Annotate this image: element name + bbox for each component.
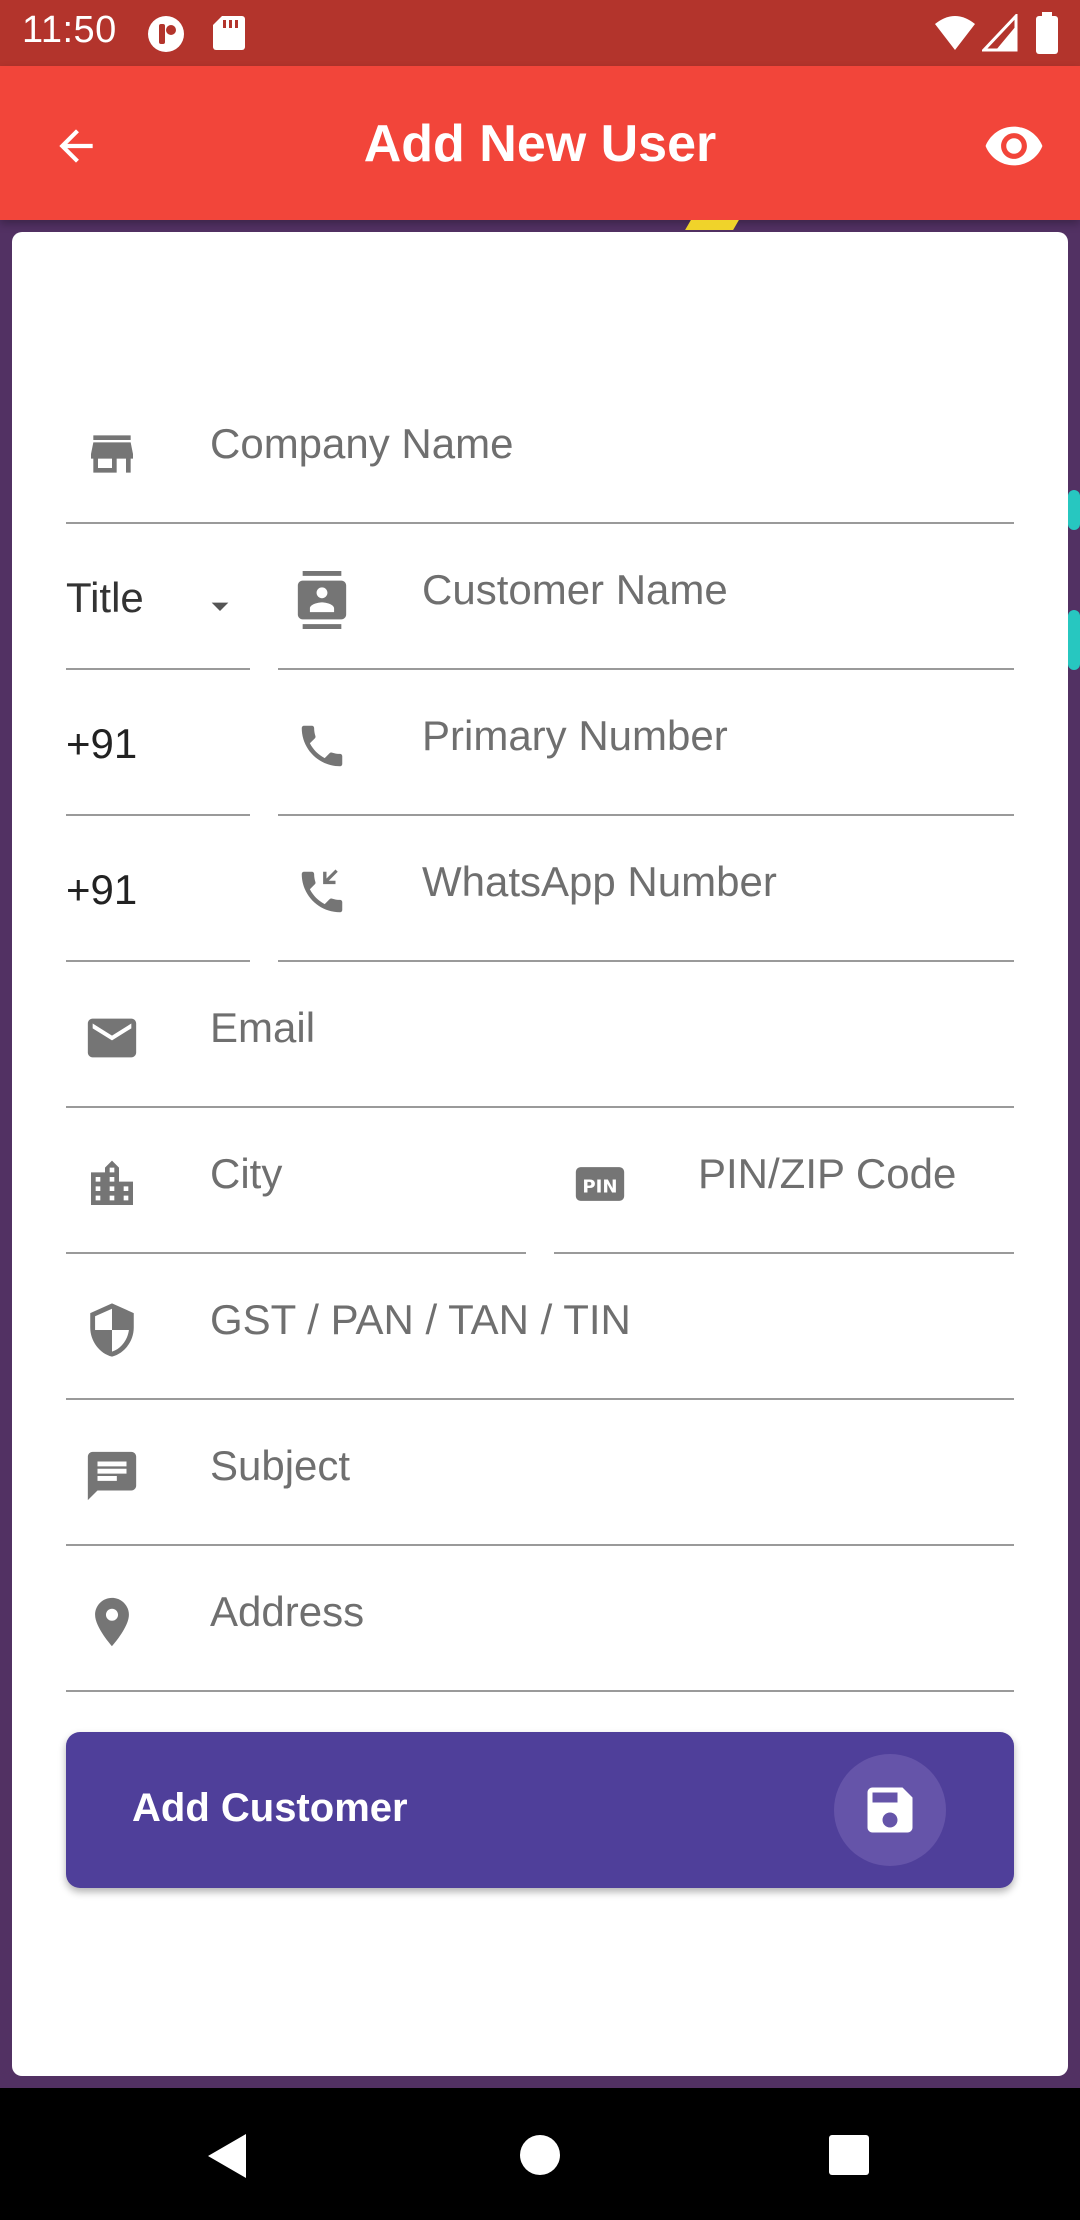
location-pin-icon <box>82 1592 142 1652</box>
background-accent <box>1068 610 1080 670</box>
whatsapp-country-code-field[interactable]: +91 <box>66 816 250 962</box>
email-field[interactable]: Email <box>66 962 1014 1108</box>
battery-icon <box>1036 12 1058 59</box>
svg-text:PIN: PIN <box>582 1176 617 1197</box>
store-icon <box>82 424 142 484</box>
sd-card-icon <box>212 14 246 57</box>
pin-icon: PIN <box>570 1154 630 1214</box>
company-name-field[interactable]: Company Name <box>66 378 1014 524</box>
form-card: Company Name Title Customer Name +91 Pri… <box>12 232 1068 2076</box>
field-underline <box>66 1690 1014 1692</box>
add-customer-button[interactable]: Add Customer <box>66 1732 1014 1888</box>
address-field[interactable]: Address <box>66 1546 1014 1692</box>
signal-icon <box>980 12 1018 57</box>
company-name-placeholder: Company Name <box>210 420 514 467</box>
phone-callback-icon <box>292 862 352 922</box>
pin-code-placeholder: PIN/ZIP Code <box>698 1150 957 1197</box>
title-dropdown-value: Title <box>66 574 144 621</box>
tax-id-placeholder: GST / PAN / TAN / TIN <box>210 1296 631 1343</box>
city-placeholder: City <box>210 1150 283 1197</box>
home-nav-icon[interactable] <box>519 2134 561 2181</box>
back-nav-icon[interactable] <box>204 2132 250 2185</box>
mail-icon <box>82 1008 142 1068</box>
notification-app-icon <box>146 14 186 59</box>
primary-number-placeholder: Primary Number <box>422 712 728 759</box>
background-accent <box>685 220 739 230</box>
add-customer-label: Add Customer <box>132 1786 408 1830</box>
phone-icon <box>292 716 352 776</box>
primary-country-code-field[interactable]: +91 <box>66 670 250 816</box>
message-icon <box>82 1446 142 1506</box>
preview-button[interactable] <box>974 108 1054 188</box>
pin-code-field[interactable]: PIN PIN/ZIP Code <box>554 1108 1014 1254</box>
subject-placeholder: Subject <box>210 1442 351 1489</box>
wifi-icon <box>934 14 976 57</box>
tax-id-field[interactable]: GST / PAN / TAN / TIN <box>66 1254 1014 1400</box>
shield-icon <box>82 1300 142 1360</box>
page-title: Add New User <box>363 115 717 173</box>
status-bar: 11:50 <box>0 0 1080 66</box>
customer-name-placeholder: Customer Name <box>422 566 728 613</box>
title-dropdown[interactable]: Title <box>66 524 250 670</box>
whatsapp-number-field[interactable]: WhatsApp Number <box>278 816 1014 962</box>
customer-name-field[interactable]: Customer Name <box>278 524 1014 670</box>
contact-card-icon <box>292 570 352 630</box>
eye-icon <box>983 115 1045 182</box>
background-accent <box>1068 490 1080 530</box>
recents-nav-icon[interactable] <box>829 2135 869 2180</box>
address-placeholder: Address <box>210 1588 365 1635</box>
subject-field[interactable]: Subject <box>66 1400 1014 1546</box>
email-placeholder: Email <box>210 1004 316 1051</box>
primary-number-field[interactable]: Primary Number <box>278 670 1014 816</box>
city-field[interactable]: City <box>66 1108 526 1254</box>
chevron-down-icon <box>200 586 240 631</box>
city-icon <box>82 1154 142 1214</box>
primary-country-code: +91 <box>66 720 138 767</box>
whatsapp-country-code: +91 <box>66 866 138 913</box>
system-nav-bar <box>0 2088 1080 2220</box>
status-time: 11:50 <box>22 9 117 51</box>
save-icon <box>834 1754 946 1866</box>
whatsapp-number-placeholder: WhatsApp Number <box>422 858 777 905</box>
app-bar: Add New User <box>0 66 1080 220</box>
